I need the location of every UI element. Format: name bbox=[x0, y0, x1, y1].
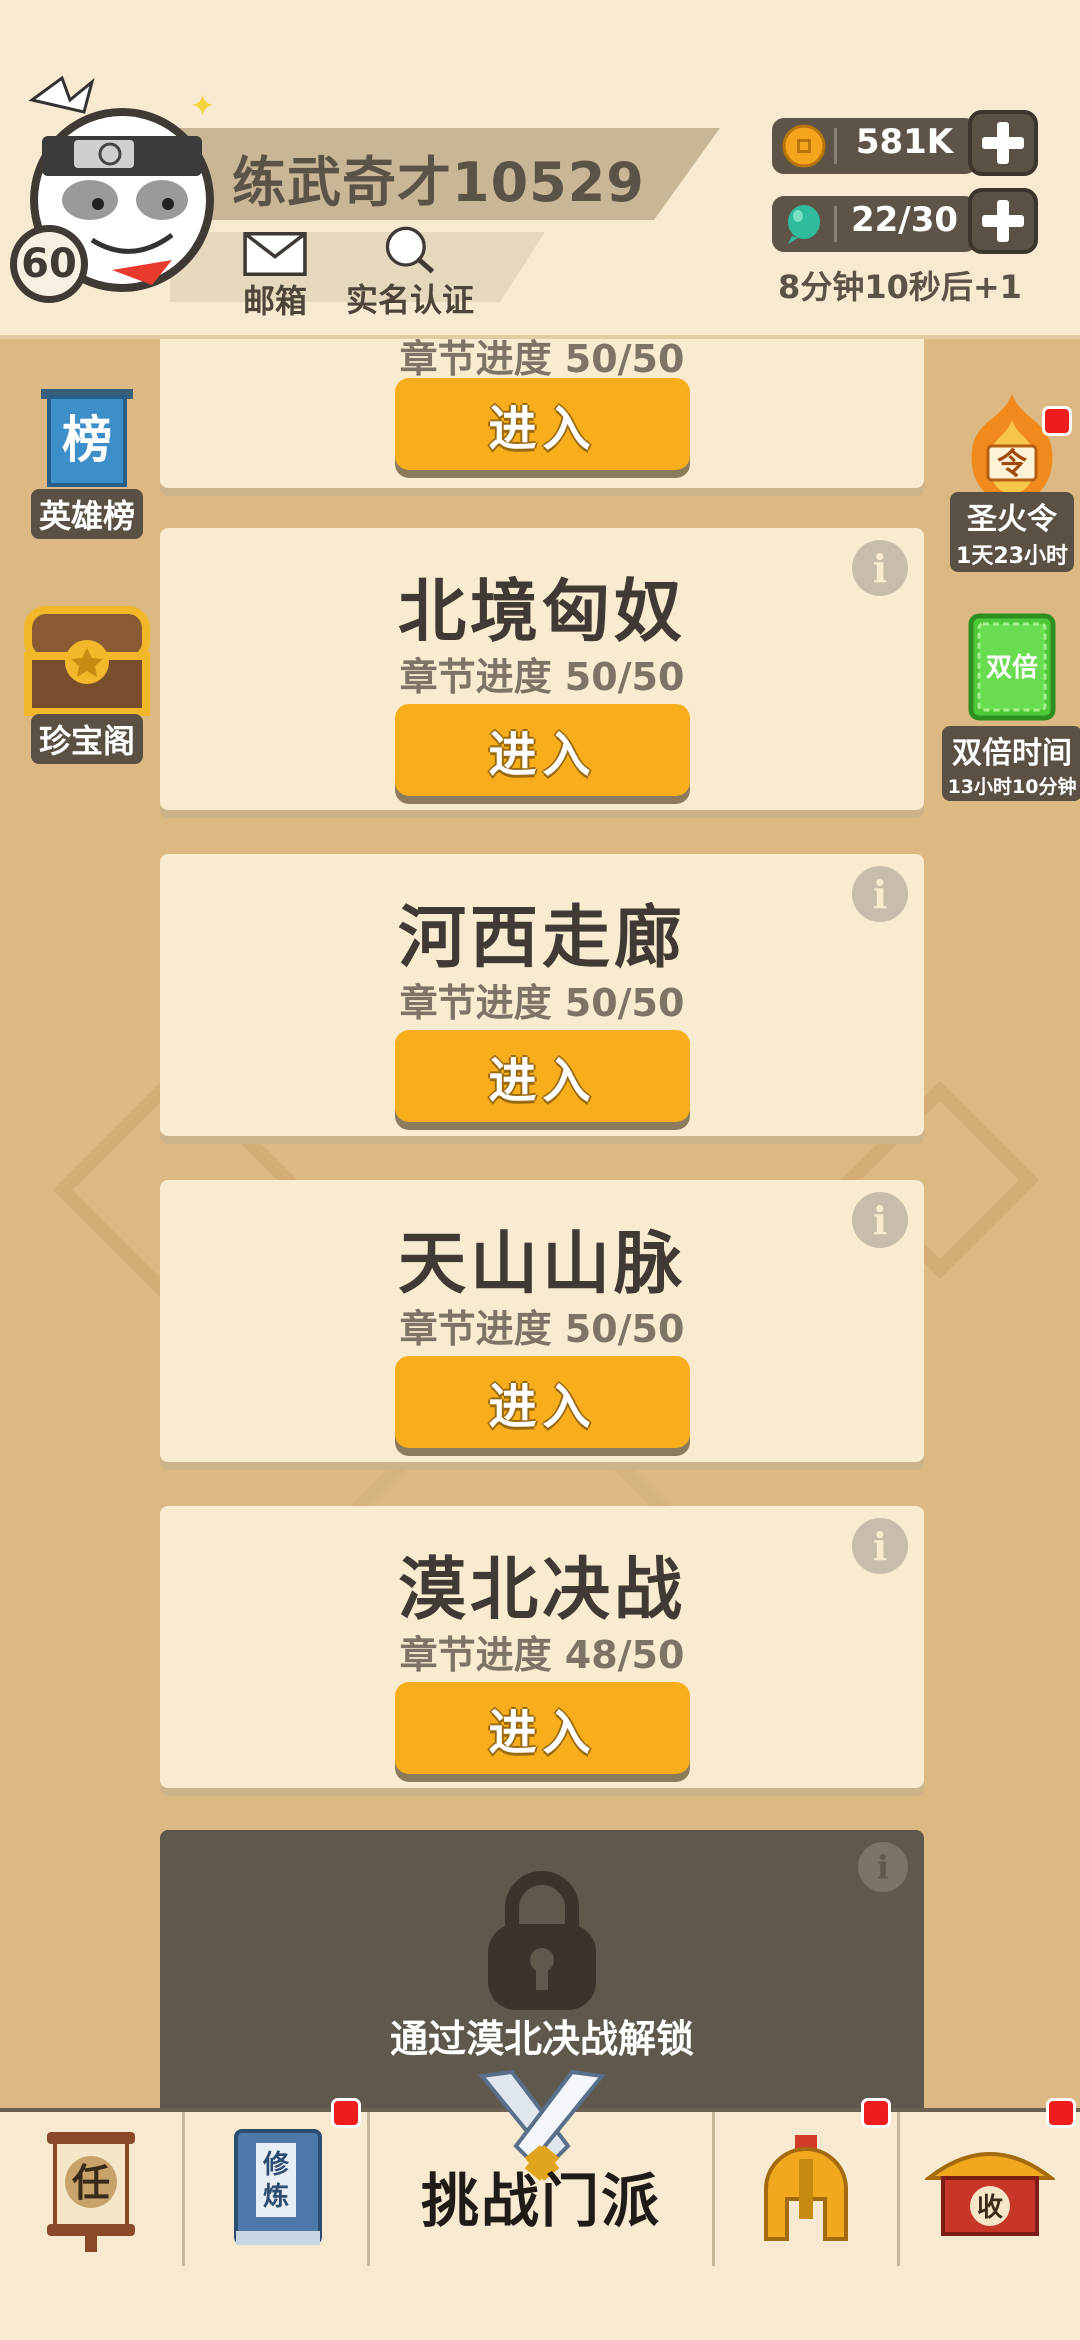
mail-icon bbox=[243, 232, 307, 276]
ranking-banner-icon: 榜 bbox=[41, 389, 133, 487]
stage-title: 河西走廊 bbox=[397, 899, 686, 978]
stage-progress: 章节进度 48/50 bbox=[399, 1633, 685, 1677]
svg-text:✦: ✦ bbox=[190, 89, 215, 124]
helmet-icon bbox=[764, 2135, 848, 2241]
collect-char: 收 bbox=[977, 2193, 1003, 2223]
verify-icon bbox=[385, 226, 435, 274]
stage-progress: 章节进度 50/50 bbox=[399, 1307, 685, 1351]
treasure-pavilion-label: 珍宝阁 bbox=[30, 714, 143, 764]
enter-button[interactable]: 进入 bbox=[395, 378, 690, 470]
add-coin-button[interactable] bbox=[968, 110, 1038, 176]
shop-house-icon: 收 bbox=[925, 2152, 1055, 2236]
level-badge: 60 bbox=[10, 225, 88, 303]
treasure-pavilion-button[interactable]: 珍宝阁 bbox=[18, 600, 156, 764]
mail-label: 邮箱 bbox=[242, 282, 307, 320]
nav-cultivate[interactable]: 修 炼 bbox=[185, 2098, 370, 2266]
cultivate-char-1: 修 bbox=[262, 2149, 290, 2180]
gem-icon bbox=[788, 205, 820, 244]
enter-button[interactable]: 进入 bbox=[395, 1356, 690, 1448]
token-char: 令 bbox=[997, 447, 1028, 482]
double-time-title: 双倍时间 bbox=[952, 736, 1072, 771]
stage-title: 北境匈奴 bbox=[397, 573, 686, 652]
holy-fire-token-title: 圣火令 bbox=[967, 502, 1057, 537]
unlock-hint: 通过漠北决战解锁 bbox=[389, 2017, 694, 2061]
task-char: 任 bbox=[72, 2161, 110, 2205]
stage-title: 漠北决战 bbox=[397, 1551, 686, 1630]
coin-display: 581K bbox=[772, 118, 977, 174]
top-header: ✦ 60 练武奇才10529 邮箱 实名认证 581K 22/30 8分钟10秒… bbox=[0, 0, 1080, 335]
hero-ranking-label: 英雄榜 bbox=[30, 489, 143, 539]
hero-ranking-button[interactable]: 榜 英雄榜 bbox=[22, 385, 152, 539]
double-scroll-icon: 双倍 bbox=[968, 613, 1056, 721]
gem-divider bbox=[834, 206, 837, 242]
nav-challenge-sect[interactable]: 挑战门派 bbox=[370, 2069, 715, 2266]
holy-fire-token-button[interactable]: 令 圣火令 1天23小时 bbox=[946, 390, 1078, 572]
stage-title: 天山山脉 bbox=[397, 1225, 686, 1304]
coin-divider bbox=[834, 128, 837, 164]
double-char: 双倍 bbox=[986, 652, 1038, 683]
cultivate-char-2: 炼 bbox=[263, 2182, 289, 2212]
mail-button[interactable]: 邮箱 bbox=[230, 232, 320, 322]
player-name: 练武奇才10529 bbox=[232, 151, 645, 214]
stamina-value: 22/30 bbox=[850, 200, 959, 240]
real-name-verify-button[interactable]: 实名认证 bbox=[335, 225, 485, 321]
double-time-label: 双倍时间 13小时10分钟 bbox=[941, 726, 1080, 801]
notification-dot bbox=[331, 2098, 361, 2128]
nav-collect[interactable]: 收 bbox=[900, 2098, 1080, 2266]
plus-icon bbox=[982, 122, 1024, 164]
stamina-display: 22/30 bbox=[772, 196, 977, 252]
stage-progress: 章节进度 50/50 bbox=[399, 981, 685, 1025]
add-stamina-button[interactable] bbox=[968, 188, 1038, 254]
double-time-timer: 13小时10分钟 bbox=[947, 776, 1077, 798]
stage-progress: 章节进度 50/50 bbox=[399, 655, 685, 699]
treasure-chest-icon bbox=[24, 606, 150, 716]
bottom-nav: 任 修 炼 挑战门派 收 bbox=[0, 2069, 1080, 2266]
nav-tasks[interactable]: 任 bbox=[0, 2112, 185, 2266]
plus-icon bbox=[982, 200, 1024, 242]
cultivate-book-icon: 修 炼 bbox=[234, 2129, 322, 2245]
stage-card: i 北境匈奴 章节进度 50/50 进入 bbox=[160, 528, 924, 810]
double-time-button[interactable]: 双倍 双倍时间 13小时10分钟 bbox=[941, 612, 1080, 801]
stage-card: i 河西走廊 章节进度 50/50 进入 bbox=[160, 854, 924, 1136]
enter-button[interactable]: 进入 bbox=[395, 1030, 690, 1122]
coin-value: 581K bbox=[855, 122, 954, 162]
coin-icon bbox=[782, 124, 826, 168]
notification-dot bbox=[1046, 2098, 1076, 2128]
lock-icon bbox=[488, 1871, 596, 2010]
holy-fire-token-timer: 1天23小时 bbox=[956, 544, 1068, 569]
challenge-sect-label: 挑战门派 bbox=[420, 2167, 661, 2235]
enter-button[interactable]: 进入 bbox=[395, 1682, 690, 1774]
stage-card: i 天山山脉 章节进度 50/50 进入 bbox=[160, 1180, 924, 1462]
notification-dot bbox=[861, 2098, 891, 2128]
stage-progress: 章节进度 50/50 bbox=[399, 337, 685, 381]
enter-button[interactable]: 进入 bbox=[395, 704, 690, 796]
verify-label: 实名认证 bbox=[345, 281, 474, 319]
holy-fire-token-label: 圣火令 1天23小时 bbox=[950, 492, 1074, 572]
stage-card: i 漠北决战 章节进度 48/50 进入 bbox=[160, 1506, 924, 1788]
nav-equipment[interactable] bbox=[715, 2098, 900, 2266]
info-icon[interactable]: i bbox=[858, 1842, 908, 1892]
bottom-safe-area bbox=[0, 2266, 1080, 2340]
stamina-timer: 8分钟10秒后+1 bbox=[778, 268, 1022, 306]
task-scroll-icon: 任 bbox=[47, 2132, 135, 2252]
ranking-char: 榜 bbox=[62, 411, 112, 469]
notification-dot bbox=[1042, 406, 1072, 436]
